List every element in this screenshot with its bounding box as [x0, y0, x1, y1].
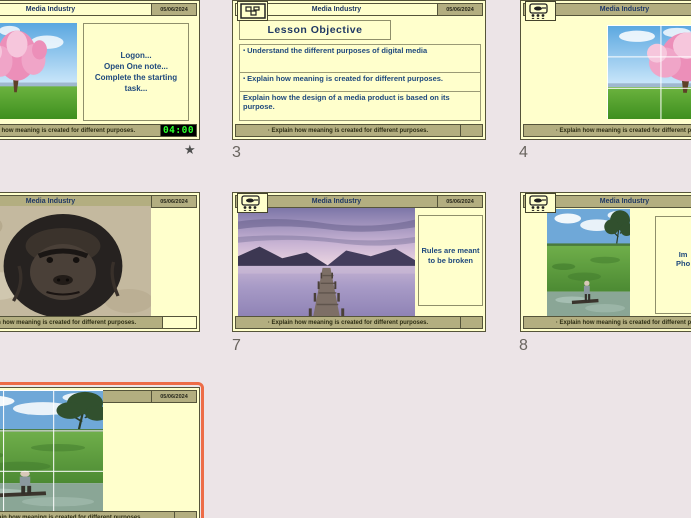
- starter-line-2: Open One note...: [103, 62, 168, 71]
- animation-star-icon[interactable]: ★: [184, 143, 196, 156]
- footer-text: · Explain how meaning is created for dif…: [0, 512, 174, 518]
- footer-text: · Explain how meaning is created for dif…: [0, 317, 162, 328]
- field-grid-photo: [0, 390, 103, 511]
- footer-text: · Explain how meaning is created for dif…: [236, 125, 460, 136]
- slide-footer: · Explain how meaning is created for dif…: [0, 124, 197, 137]
- slide-thumbnail-4[interactable]: Media Industry 05/06/2024: [520, 0, 691, 140]
- countdown-timer: 04:00: [160, 125, 196, 136]
- clipped-callout-line-1: Im: [678, 250, 688, 259]
- slide-sorter-canvas: Media Industry 05/06/2024 Logon... Open …: [0, 0, 691, 518]
- gorilla-photo: [0, 206, 151, 316]
- slide-thumbnail-3[interactable]: Media Industry 05/06/2024 Lesson Objecti…: [232, 0, 486, 140]
- slide-header: Media Industry 05/06/2024: [235, 3, 483, 16]
- objective-2: Explain how meaning is created for diffe…: [247, 74, 444, 83]
- slide-thumbnail-8[interactable]: Media Industry 05/06/2024: [520, 192, 691, 332]
- footer-text: · Explain how meaning is created for dif…: [524, 125, 691, 136]
- slide-header: Media Industry 05/06/2024: [0, 3, 197, 16]
- puzzle-icon: [237, 1, 268, 21]
- slide-date: 05/06/2024: [151, 391, 196, 402]
- starter-task-textbox: Logon... Open One note... Complete the s…: [83, 23, 189, 121]
- slide-thumbnail-2[interactable]: Media Industry 05/06/2024 Logon... Open …: [0, 0, 200, 140]
- rule-of-thirds-grid: [0, 390, 103, 511]
- slide-footer: · Explain how meaning is created for dif…: [523, 124, 691, 137]
- lesson-objective-title: Lesson Objective: [239, 20, 391, 40]
- slide-number-4: 4: [519, 144, 528, 161]
- bullet-glyph: ▪: [243, 48, 246, 54]
- presentation-audience-icon: [525, 193, 556, 213]
- slide-date: 05/06/2024: [151, 196, 196, 207]
- slide-thumbnail-6[interactable]: Media Industry 05/06/2024 how meaning is…: [0, 192, 200, 332]
- slide-number-3: 3: [232, 144, 241, 161]
- objective-row: Explain how the design of a media produc…: [240, 92, 480, 119]
- footer-number-cell: [162, 317, 196, 328]
- slide-header: Media Industry 05/06/2024: [235, 195, 483, 208]
- blossom-grid-photo: [607, 25, 691, 119]
- field-figure-photo: [547, 209, 630, 316]
- objective-3: Explain how the design of a media produc…: [243, 93, 450, 111]
- starter-line-3: Complete the starting task...: [94, 73, 178, 93]
- objective-row: ▪ Explain how meaning is created for diff…: [240, 73, 480, 92]
- presentation-audience-icon: [525, 1, 556, 21]
- presentation-audience-icon: [237, 193, 268, 213]
- slide-footer: · Explain how meaning is created for dif…: [0, 511, 197, 518]
- slide-date: 05/06/2024: [151, 4, 196, 15]
- footer-text: · Explain how meaning is created for dif…: [0, 125, 160, 136]
- slide-footer: · Explain how meaning is created for dif…: [235, 316, 483, 329]
- footer-text: · Explain how meaning is created for dif…: [236, 317, 460, 328]
- objectives-box: ▪ Understand the different purposes of di…: [239, 44, 481, 121]
- slide-title: Media Industry: [0, 4, 151, 15]
- lake-jetty-photo: [238, 208, 415, 319]
- slide-footer: · Explain how meaning is created for dif…: [0, 316, 197, 329]
- objective-1: Understand the different purposes of dig…: [247, 46, 428, 55]
- rules-callout-textbox: Rules are meant to be broken: [418, 215, 483, 306]
- footer-number-cell: [460, 317, 482, 328]
- starter-line-1: Logon...: [120, 51, 152, 60]
- slide-date: 05/06/2024: [437, 196, 482, 207]
- slide-number-7: 7: [232, 337, 241, 354]
- slide-thumbnail-10-selected[interactable]: Media Industry 05/06/2024: [0, 387, 200, 518]
- slide-footer: · Explain how meaning is created for dif…: [523, 316, 691, 329]
- blossom-photo: [0, 23, 77, 119]
- footer-number-cell: [174, 512, 196, 518]
- clipped-callout-textbox: Im Pho: [655, 216, 691, 314]
- clipped-callout-line-2: Pho: [676, 259, 691, 268]
- slide-footer: · Explain how meaning is created for dif…: [235, 124, 483, 137]
- slide-thumbnail-7[interactable]: Media Industry 05/06/2024 Rules are mean…: [232, 192, 486, 332]
- footer-number-cell: [460, 125, 482, 136]
- bullet-glyph: ▪: [243, 76, 246, 82]
- objective-row: ▪ Understand the different purposes of di…: [240, 45, 480, 73]
- rule-of-thirds-grid: [607, 25, 691, 119]
- slide-date: 05/06/2024: [437, 4, 482, 15]
- slide-number-8: 8: [519, 337, 528, 354]
- rules-callout-text: Rules are meant to be broken: [421, 246, 480, 265]
- footer-text: · Explain how meaning is created for dif…: [524, 317, 691, 328]
